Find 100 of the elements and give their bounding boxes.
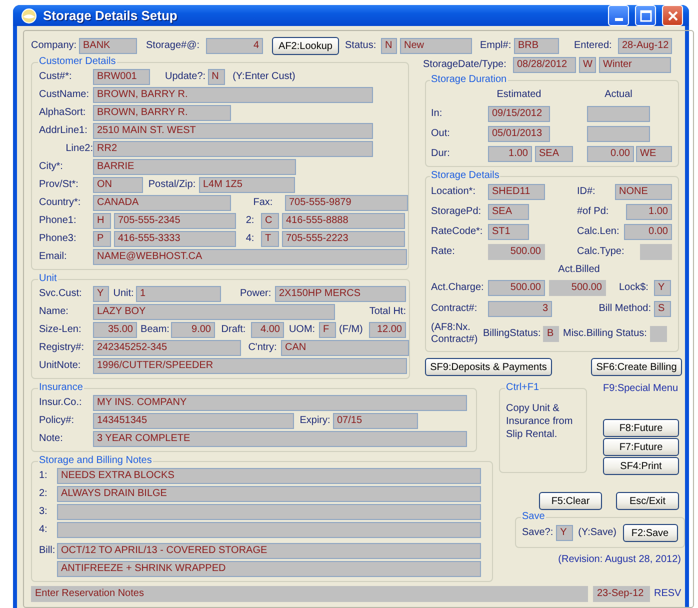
input-field[interactable]: S xyxy=(654,301,671,317)
input-field[interactable]: 0.00 xyxy=(587,146,634,162)
input-field[interactable]: SHED11 xyxy=(488,184,545,200)
input-field[interactable]: F xyxy=(319,322,336,338)
input-field[interactable]: SEA xyxy=(535,146,573,162)
input-field[interactable]: 0.00 xyxy=(624,224,672,240)
input-field[interactable]: 500.00 xyxy=(488,244,545,260)
input-field[interactable]: Y xyxy=(556,525,574,541)
field-label: #of Pd: xyxy=(577,204,610,218)
action-button[interactable]: SF4:Print xyxy=(603,457,679,475)
input-field[interactable]: BROWN, BARRY R. xyxy=(93,86,373,102)
input-field[interactable]: CAN xyxy=(281,340,409,356)
input-field[interactable]: Y xyxy=(654,280,671,296)
input-field[interactable]: 35.00 xyxy=(93,322,137,338)
action-button[interactable]: Esc/Exit xyxy=(616,492,679,510)
input-field[interactable]: NAME@WEBHOST.CA xyxy=(93,248,407,264)
action-button[interactable]: F2:Save xyxy=(622,524,678,542)
field-label: 3: xyxy=(39,504,48,518)
input-field[interactable]: 4.00 xyxy=(251,322,284,338)
field-label: Calc.Type: xyxy=(577,245,626,259)
input-field[interactable]: 3 YEAR COMPLETE xyxy=(93,430,467,446)
input-field[interactable]: 1.00 xyxy=(626,204,672,220)
input-field[interactable]: T xyxy=(261,230,279,246)
input-field[interactable]: 1.00 xyxy=(488,146,532,162)
input-field[interactable]: 1996/CUTTER/SPEEDER xyxy=(93,358,407,374)
input-field[interactable]: 07/15 xyxy=(333,412,418,428)
input-field[interactable]: 4 xyxy=(206,38,263,54)
input-field[interactable]: RR2 xyxy=(93,140,373,156)
input-field[interactable]: 705-555-2223 xyxy=(282,230,405,246)
input-field[interactable]: BRW001 xyxy=(93,68,150,84)
input-field[interactable]: C xyxy=(261,212,279,228)
input-field[interactable]: Winter xyxy=(599,56,671,72)
input-field[interactable] xyxy=(650,326,667,342)
field-label: Phone1: xyxy=(39,214,78,228)
input-field[interactable] xyxy=(587,106,650,122)
input-field[interactable]: 143451345 xyxy=(93,412,294,428)
action-button[interactable]: F7:Future xyxy=(603,438,679,456)
input-field[interactable] xyxy=(57,504,481,520)
input-field[interactable]: Y xyxy=(93,286,109,302)
input-field[interactable]: New xyxy=(400,38,472,54)
field-label: (F/M) xyxy=(339,322,364,336)
input-field[interactable]: L4M 1Z5 xyxy=(199,176,295,192)
input-field[interactable]: 28-Aug-12 xyxy=(618,38,672,54)
action-button[interactable]: AF2:Lookup xyxy=(272,37,339,55)
input-field[interactable]: 3 xyxy=(488,301,552,317)
input-field[interactable]: MY INS. COMPANY xyxy=(93,394,467,410)
input-field[interactable]: W xyxy=(579,56,596,72)
input-field[interactable]: ST1 xyxy=(488,224,529,240)
input-field[interactable]: 05/01/2013 xyxy=(488,126,550,142)
input-field[interactable]: 2510 MAIN ST. WEST xyxy=(93,122,373,138)
input-field[interactable]: Enter Reservation Notes xyxy=(31,586,588,602)
input-field[interactable]: N xyxy=(208,68,225,84)
hint-text: Copy Unit & Insurance from Slip Rental. xyxy=(506,402,574,441)
close-button[interactable] xyxy=(662,5,683,26)
input-field[interactable]: BROWN, BARRY R. xyxy=(93,104,231,120)
input-field[interactable]: N xyxy=(381,38,397,54)
input-field[interactable] xyxy=(587,126,650,142)
input-field[interactable]: H xyxy=(93,212,111,228)
input-field[interactable]: ALWAYS DRAIN BILGE xyxy=(57,486,481,502)
input-field[interactable]: WE xyxy=(636,146,672,162)
minimize-button[interactable] xyxy=(608,5,629,26)
input-field[interactable]: OCT/12 TO APRIL/13 - COVERED STORAGE xyxy=(57,542,481,558)
input-field[interactable]: 416-555-8888 xyxy=(282,212,405,228)
field-label: ID#: xyxy=(577,184,596,198)
input-field[interactable]: BARRIE xyxy=(93,158,296,174)
input-field[interactable]: ANTIFREEZE + SHRINK WRAPPED xyxy=(57,560,481,576)
input-field[interactable]: 23-Sep-12 xyxy=(593,586,650,602)
input-field[interactable]: B xyxy=(543,326,559,342)
input-field[interactable]: 500.00 xyxy=(488,280,545,296)
action-button[interactable]: F8:Future xyxy=(603,419,679,437)
input-field[interactable]: 500.00 xyxy=(549,280,606,296)
input-field[interactable]: 416-555-3333 xyxy=(114,230,236,246)
input-field[interactable]: 242345252-345 xyxy=(93,340,241,356)
action-button[interactable]: SF9:Deposits & Payments xyxy=(425,358,552,376)
field-label: (Y:Save) xyxy=(578,526,616,540)
maximize-button[interactable] xyxy=(635,5,656,26)
input-field[interactable]: NONE xyxy=(615,184,672,200)
input-field[interactable] xyxy=(640,244,672,260)
input-field[interactable]: ON xyxy=(93,176,143,192)
input-field[interactable]: BRB xyxy=(514,38,559,54)
input-field[interactable]: 9.00 xyxy=(171,322,215,338)
input-field[interactable]: 705-555-2345 xyxy=(114,212,236,228)
input-field[interactable]: 2X150HP MERCS xyxy=(275,286,406,302)
input-field[interactable]: BANK xyxy=(79,38,137,54)
action-button[interactable]: SF6:Create Billing xyxy=(591,358,682,376)
input-field[interactable]: 12.00 xyxy=(369,322,406,338)
input-field[interactable]: 1 xyxy=(136,286,221,302)
input-field[interactable]: 705-555-9879 xyxy=(285,194,408,210)
input-field[interactable]: SEA xyxy=(488,204,529,220)
input-field[interactable]: P xyxy=(93,230,111,246)
input-field[interactable]: LAZY BOY xyxy=(93,304,335,320)
input-field[interactable]: CANADA xyxy=(93,194,231,210)
action-button[interactable]: F5:Clear xyxy=(539,492,602,510)
input-field[interactable]: 08/28/2012 xyxy=(513,56,576,72)
input-field[interactable]: NEEDS EXTRA BLOCKS xyxy=(57,468,481,484)
field-label: Empl#: xyxy=(480,39,512,53)
input-field[interactable]: 09/15/2012 xyxy=(488,106,550,122)
input-field[interactable] xyxy=(57,522,481,538)
field-label: Out: xyxy=(431,126,451,140)
group-title: Storage and Billing Notes xyxy=(38,455,153,467)
